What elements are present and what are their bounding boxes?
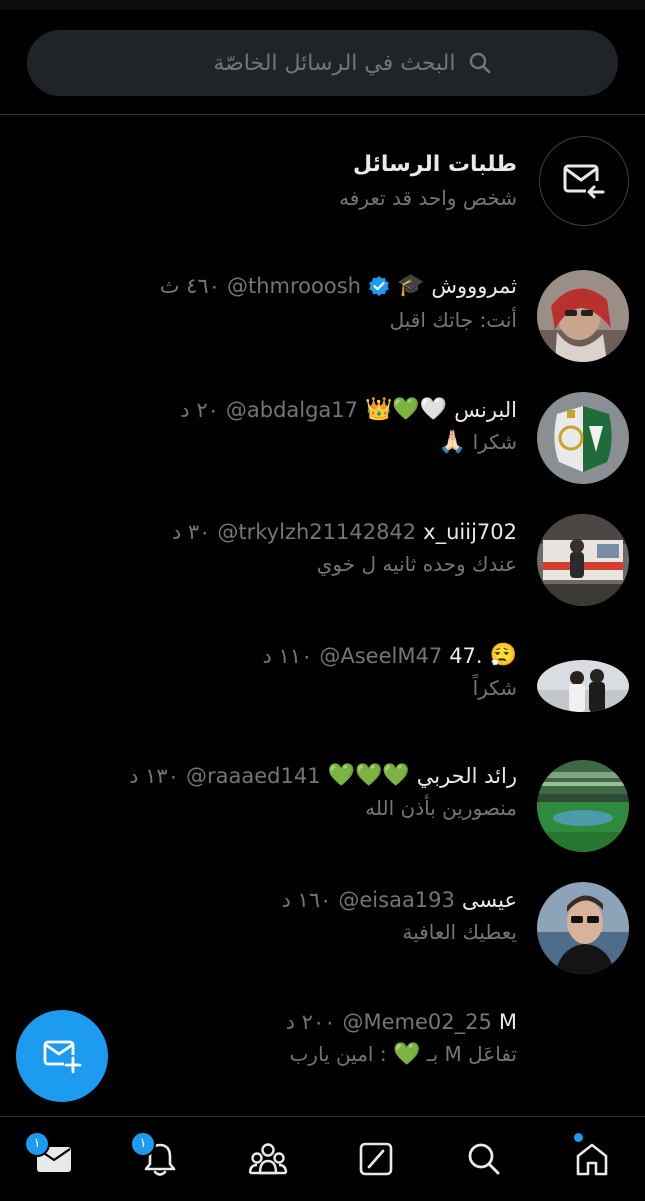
contact-name: عيسى — [461, 888, 517, 912]
nav-messages[interactable]: ١ — [24, 1131, 84, 1187]
conversation-item[interactable]: x_uiij702 @trkylzh21142842 ٣٠ د عندك وحد… — [0, 514, 645, 614]
contact-handle: @trkylzh21142842 — [217, 520, 417, 544]
divider — [0, 114, 645, 115]
new-message-icon — [43, 1040, 82, 1074]
conversation-item[interactable]: البرنس 👑💚🤍 @abdalga17 ٢٠ د شكرا 🙏🏻 — [0, 392, 645, 492]
avatar — [537, 660, 629, 712]
nav-home[interactable] — [562, 1131, 622, 1187]
message-requests-subtitle: شخص واحد قد تعرفه — [339, 186, 517, 210]
preview-text: شكراً — [472, 676, 517, 700]
search-input[interactable] — [153, 49, 458, 77]
avatar — [537, 270, 629, 362]
contact-handle: @abdalga17 — [225, 398, 359, 422]
message-time: ١١٠ د — [262, 644, 313, 668]
new-message-button[interactable] — [16, 1010, 108, 1102]
message-requests-row[interactable]: طلبات الرسائل شخص واحد قد تعرفه — [0, 136, 645, 228]
message-preview: تفاعَل M بـ 💚 : امين يارب — [289, 1038, 517, 1070]
verified-badge-icon — [369, 276, 389, 296]
message-preview: شكرا 🙏🏻 — [439, 426, 517, 458]
contact-handle: @thmrooosh — [226, 274, 361, 298]
contact-handle: @eisaa193 — [338, 888, 455, 912]
messages-badge: ١ — [24, 1131, 50, 1157]
message-preview: عندك وحده ثانيه ل خوي — [317, 548, 517, 580]
message-preview: أنت: جاتك اقبل — [390, 304, 517, 336]
message-time: ٣٠ د — [171, 520, 211, 544]
message-preview: شكراً — [473, 672, 517, 704]
preview-tail: : امين يارب — [289, 1042, 387, 1066]
message-preview: منصورين بأذن الله — [365, 792, 517, 824]
preview-text: أنت: جاتك اقبل — [389, 308, 517, 332]
preview-text: يعطيك العافية — [402, 920, 517, 944]
conversation-item[interactable]: 😮‍💨 47. @AseelM47 ١١٠ د شكراً — [0, 638, 645, 738]
preview-text: عندك وحده ثانيه ل خوي — [316, 552, 517, 576]
avatar — [537, 392, 629, 484]
conversation-item[interactable]: ثمروووش 🎓 @thmrooosh ٤٦٠ ث أنت: جاتك اقب… — [0, 268, 645, 368]
nav-communities[interactable] — [238, 1131, 298, 1187]
status-strip — [0, 0, 645, 10]
message-time: ١٣٠ د — [129, 764, 179, 788]
preview-text: شكرا — [472, 430, 517, 454]
search-bar[interactable] — [27, 30, 618, 96]
nav-explore[interactable] — [454, 1131, 514, 1187]
search-icon — [469, 52, 490, 74]
contact-name: ثمروووش — [431, 274, 517, 298]
preview-text: تفاعَل M بـ — [426, 1042, 517, 1066]
nav-notifications[interactable]: ١ — [130, 1131, 190, 1187]
avatar — [537, 882, 629, 974]
home-unread-dot — [574, 1133, 583, 1142]
contact-handle: @Meme02_25 — [342, 1010, 492, 1034]
message-time: ٤٦٠ ث — [159, 274, 220, 298]
contact-name: رائد الحربي — [416, 764, 517, 788]
conversation-item[interactable]: رائد الحربي 💚💚💚 @raaaed141 ١٣٠ د منصورين… — [0, 758, 645, 858]
home-icon — [576, 1143, 608, 1176]
message-time: ٢٠٠ د — [285, 1010, 336, 1034]
contact-name: x_uiij702 — [423, 520, 517, 544]
contact-handle: @raaaed141 — [185, 764, 321, 788]
contact-handle: @AseelM47 — [319, 644, 443, 668]
notifications-badge: ١ — [130, 1131, 156, 1157]
message-requests-title: طلبات الرسائل — [353, 152, 517, 177]
message-time: ١٦٠ د — [281, 888, 332, 912]
communities-icon — [248, 1143, 288, 1175]
name-emoji: 💚💚💚 — [327, 763, 410, 788]
preview-emoji: 💚 — [392, 1042, 421, 1067]
name-emoji: 👑💚🤍 — [365, 397, 448, 422]
contact-name: 47. — [449, 644, 483, 668]
avatar — [537, 514, 629, 606]
name-emoji: 🎓 — [396, 273, 425, 298]
bottom-navigation: ١ ١ — [0, 1116, 645, 1201]
nav-grok[interactable] — [346, 1131, 406, 1187]
message-requests-icon — [539, 136, 629, 226]
avatar — [537, 760, 629, 852]
search-icon — [468, 1143, 500, 1175]
conversation-item[interactable]: عيسى @eisaa193 ١٦٠ د يعطيك العافية — [0, 882, 645, 982]
grok-icon — [359, 1142, 393, 1176]
preview-emoji: 🙏🏻 — [438, 430, 467, 455]
message-time: ٢٠ د — [180, 398, 219, 422]
name-emoji: 😮‍💨 — [489, 643, 517, 668]
contact-name: M — [498, 1010, 517, 1034]
message-preview: يعطيك العافية — [402, 916, 517, 948]
preview-text: منصورين بأذن الله — [365, 796, 517, 820]
contact-name: البرنس — [454, 398, 517, 422]
